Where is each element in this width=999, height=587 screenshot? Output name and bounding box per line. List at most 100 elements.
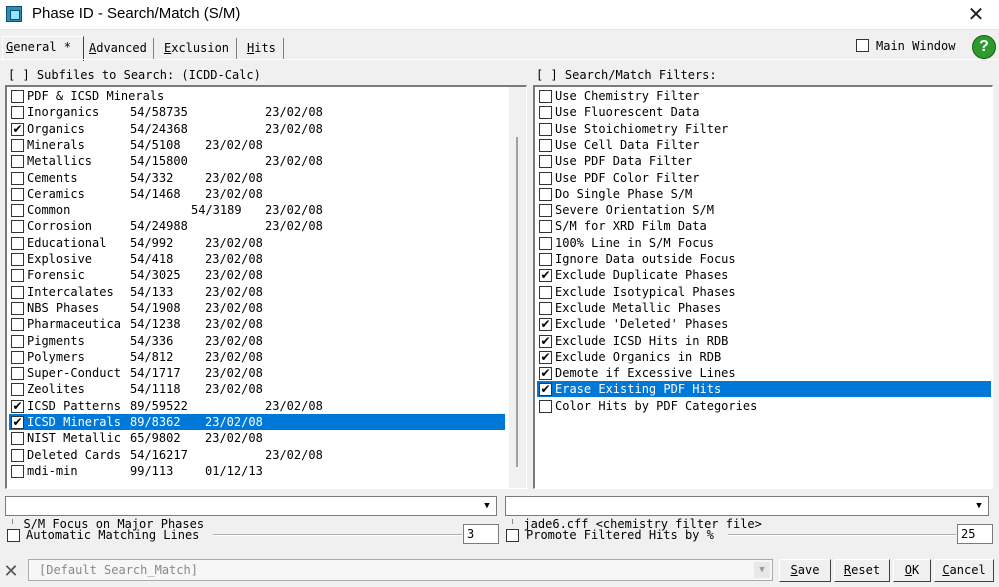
focus-combo[interactable]: S/M Focus on Major Phases ▼ bbox=[5, 496, 497, 531]
checkbox[interactable] bbox=[11, 464, 24, 478]
tab-advanced[interactable]: Advanced bbox=[86, 38, 154, 60]
promote-hits-value[interactable]: 25 bbox=[957, 524, 993, 544]
subfile-row[interactable]: ✔ ICSD Minerals 89/8362 23/02/08 bbox=[9, 414, 505, 430]
subfile-row[interactable]: Super-Conduct 54/1717 23/02/08 bbox=[9, 365, 505, 381]
checkbox[interactable] bbox=[11, 253, 24, 266]
subfile-row[interactable]: ✔ ICSD Patterns 89/59522 23/02/08 bbox=[9, 398, 505, 414]
filter-row[interactable]: ✔ Exclude ICSD Hits in RDB bbox=[537, 333, 991, 349]
checkbox[interactable] bbox=[11, 301, 24, 315]
checkbox[interactable] bbox=[539, 171, 552, 185]
auto-lines-slider[interactable] bbox=[213, 534, 462, 536]
subfile-row[interactable]: Deleted Cards 54/16217 23/02/08 bbox=[9, 447, 505, 463]
subfile-row[interactable]: mdi-min 99/113 01/12/13 bbox=[9, 463, 505, 479]
checkbox[interactable] bbox=[11, 204, 24, 218]
filter-row[interactable]: S/M for XRD Film Data bbox=[537, 218, 991, 234]
filter-row[interactable]: Use PDF Data Filter bbox=[537, 153, 991, 169]
checkbox[interactable] bbox=[11, 269, 24, 283]
filter-row[interactable]: Use PDF Color Filter bbox=[537, 170, 991, 186]
checkbox[interactable] bbox=[539, 220, 552, 234]
scrollbar-thumb[interactable] bbox=[516, 137, 518, 467]
checkbox[interactable] bbox=[11, 448, 24, 462]
subfile-row[interactable]: Ceramics 54/1468 23/02/08 bbox=[9, 186, 505, 202]
subfile-row[interactable]: Polymers 54/812 23/02/08 bbox=[9, 349, 505, 365]
checkbox[interactable] bbox=[539, 90, 552, 103]
subfile-row[interactable]: Inorganics 54/58735 23/02/08 bbox=[9, 104, 505, 120]
subfiles-list[interactable]: PDF & ICSD Minerals Inorganics 54/58735 23/… bbox=[5, 85, 527, 489]
checkbox[interactable] bbox=[11, 432, 24, 446]
checkmark-icon[interactable]: ✔ bbox=[11, 416, 24, 429]
filter-row[interactable]: Use Fluorescent Data bbox=[537, 104, 991, 120]
chemistry-filter-combo[interactable]: jade6.cff <chemistry filter file> ▼ bbox=[505, 496, 989, 531]
subfile-row[interactable]: Metallics 54/15800 23/02/08 bbox=[9, 153, 505, 169]
subfile-row[interactable]: Forensic 54/3025 23/02/08 bbox=[9, 267, 505, 283]
checkbox[interactable] bbox=[11, 171, 24, 185]
checkbox[interactable] bbox=[11, 220, 24, 234]
checkbox[interactable] bbox=[539, 122, 552, 136]
checkbox[interactable] bbox=[539, 106, 552, 120]
tab-general[interactable]: General * bbox=[2, 36, 84, 61]
checkbox[interactable] bbox=[539, 285, 552, 299]
ok-button[interactable]: OK bbox=[893, 559, 931, 582]
filter-row[interactable]: 100% Line in S/M Focus bbox=[537, 235, 991, 251]
filter-row[interactable]: ✔ Demote if Excessive Lines bbox=[537, 365, 991, 381]
preset-combo[interactable]: [Default Search_Match] ▼ bbox=[28, 559, 773, 581]
subfile-row[interactable]: Minerals 54/5108 23/02/08 bbox=[9, 137, 505, 153]
filter-row[interactable]: ✔ Exclude Organics in RDB bbox=[537, 349, 991, 365]
filter-row[interactable]: ✔ Erase Existing PDF Hits bbox=[537, 381, 991, 398]
checkmark-icon[interactable]: ✔ bbox=[11, 122, 24, 136]
subfile-row[interactable]: NIST Metallic 65/9802 23/02/08 bbox=[9, 430, 505, 446]
checkbox[interactable] bbox=[539, 301, 552, 315]
checkbox[interactable] bbox=[11, 334, 24, 348]
filters-list[interactable]: Use Chemistry Filter Use Fluorescent Data… bbox=[533, 85, 993, 489]
close-preset-icon[interactable]: ✕ bbox=[2, 561, 20, 581]
promote-hits-slider[interactable] bbox=[728, 534, 956, 536]
subfile-row[interactable]: Intercalates 54/133 23/02/08 bbox=[9, 284, 505, 300]
checkbox[interactable] bbox=[539, 187, 552, 201]
reset-button[interactable]: Reset bbox=[834, 559, 890, 582]
checkbox[interactable] bbox=[11, 318, 24, 332]
checkmark-icon[interactable]: ✔ bbox=[539, 350, 552, 364]
filter-row[interactable]: Ignore Data outside Focus bbox=[537, 251, 991, 267]
tab-exclusion[interactable]: Exclusion bbox=[161, 38, 237, 60]
subfiles-scrollbar[interactable] bbox=[509, 87, 526, 488]
filter-row[interactable]: ✔ Exclude Duplicate Phases bbox=[537, 267, 991, 283]
checkbox[interactable] bbox=[11, 138, 24, 152]
filter-row[interactable]: Do Single Phase S/M bbox=[537, 186, 991, 202]
subfile-row[interactable]: ✔ Organics 54/24368 23/02/08 bbox=[9, 121, 505, 137]
checkbox[interactable] bbox=[11, 106, 24, 120]
auto-lines-value[interactable]: 3 bbox=[463, 524, 499, 544]
checkmark-icon[interactable]: ✔ bbox=[11, 399, 24, 413]
checkbox[interactable] bbox=[539, 138, 552, 152]
auto-lines-checkbox[interactable] bbox=[7, 529, 20, 542]
checkbox[interactable] bbox=[11, 383, 24, 397]
filter-row[interactable]: Use Cell Data Filter bbox=[537, 137, 991, 153]
help-icon[interactable]: ? bbox=[972, 35, 996, 59]
filter-row[interactable]: Exclude Isotypical Phases bbox=[537, 284, 991, 300]
subfile-row[interactable]: Educational 54/992 23/02/08 bbox=[9, 235, 505, 251]
checkmark-icon[interactable]: ✔ bbox=[539, 383, 552, 397]
save-button[interactable]: Save bbox=[779, 559, 831, 582]
filter-row[interactable]: ✔ Exclude 'Deleted' Phases bbox=[537, 316, 991, 332]
checkmark-icon[interactable]: ✔ bbox=[539, 367, 552, 381]
subfile-row[interactable]: NBS Phases 54/1908 23/02/08 bbox=[9, 300, 505, 316]
subfile-row[interactable]: Corrosion 54/24988 23/02/08 bbox=[9, 218, 505, 234]
checkbox[interactable] bbox=[539, 155, 552, 169]
cancel-button[interactable]: Cancel bbox=[934, 559, 994, 582]
subfile-row[interactable]: Pharmaceutica 54/1238 23/02/08 bbox=[9, 316, 505, 332]
subfile-row[interactable]: PDF & ICSD Minerals bbox=[9, 88, 505, 104]
filter-row[interactable]: Color Hits by PDF Categories bbox=[537, 398, 991, 414]
subfile-row[interactable]: Common 54/3189 23/02/08 bbox=[9, 202, 505, 218]
tab-hits[interactable]: Hits bbox=[244, 38, 284, 60]
subfile-row[interactable]: Explosive 54/418 23/02/08 bbox=[9, 251, 505, 267]
filter-row[interactable]: Use Stoichiometry Filter bbox=[537, 121, 991, 137]
filter-row[interactable]: Exclude Metallic Phases bbox=[537, 300, 991, 316]
checkbox[interactable] bbox=[11, 187, 24, 201]
checkbox[interactable] bbox=[11, 367, 24, 381]
checkmark-icon[interactable]: ✔ bbox=[539, 269, 552, 283]
window-close-button[interactable]: ✕ bbox=[953, 0, 999, 30]
promote-hits-checkbox[interactable] bbox=[506, 529, 519, 542]
checkbox[interactable] bbox=[11, 236, 24, 250]
checkbox[interactable] bbox=[11, 350, 24, 364]
checkmark-icon[interactable]: ✔ bbox=[539, 318, 552, 332]
dropdown-arrow-icon[interactable]: ▼ bbox=[971, 498, 987, 514]
